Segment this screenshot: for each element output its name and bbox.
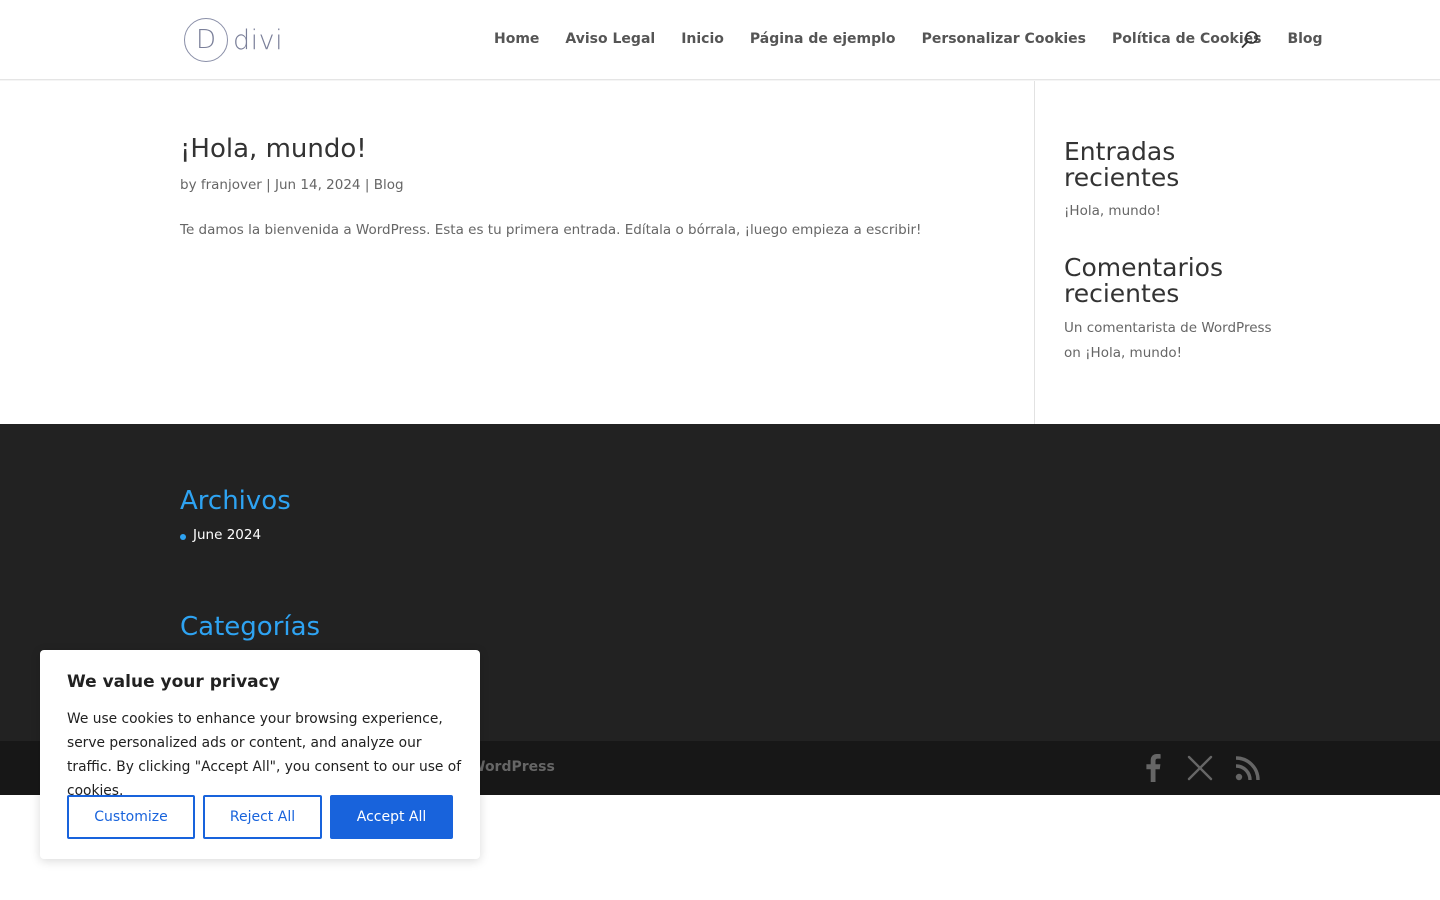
- main-nav: Home Aviso Legal Inicio Página de ejempl…: [494, 31, 1323, 47]
- comment-on: on: [1064, 345, 1081, 361]
- site-header: D divi Home Aviso Legal Inicio Página de…: [0, 0, 1440, 80]
- rss-icon[interactable]: [1233, 753, 1263, 783]
- nav-aviso-legal[interactable]: Aviso Legal: [565, 31, 655, 47]
- categories-title: Categorías: [180, 612, 321, 642]
- main-content: ¡Hola, mundo! by franjover | Jun 14, 202…: [0, 81, 1440, 424]
- customize-button[interactable]: Customize: [67, 795, 195, 839]
- sidebar-divider: [1034, 81, 1035, 424]
- post-category-link[interactable]: Blog: [374, 177, 404, 193]
- reject-all-button[interactable]: Reject All: [203, 795, 322, 839]
- post-excerpt: Te damos la bienvenida a WordPress. Esta…: [180, 222, 922, 238]
- nav-personalizar-cookies[interactable]: Personalizar Cookies: [922, 31, 1086, 47]
- x-icon[interactable]: [1185, 753, 1215, 783]
- cookie-description: We use cookies to enhance your browsing …: [67, 711, 462, 799]
- logo-text: divi: [233, 24, 284, 56]
- meta-separator: |: [364, 177, 370, 193]
- logo-circle: D: [184, 18, 228, 62]
- search-icon[interactable]: [1240, 30, 1260, 50]
- site-logo[interactable]: D divi: [184, 18, 283, 62]
- archive-link-june-2024[interactable]: June 2024: [193, 527, 261, 543]
- comment-post-link[interactable]: ¡Hola, mundo!: [1085, 345, 1182, 361]
- facebook-icon[interactable]: [1138, 753, 1168, 783]
- cookie-title: We value your privacy: [67, 672, 280, 692]
- post-title-link[interactable]: ¡Hola, mundo!: [180, 134, 367, 164]
- archives-title: Archivos: [180, 486, 291, 516]
- post-date: Jun 14, 2024: [275, 177, 361, 193]
- recent-post-link[interactable]: ¡Hola, mundo!: [1064, 199, 1274, 224]
- post-author-link[interactable]: franjover: [201, 177, 262, 193]
- nav-inicio[interactable]: Inicio: [681, 31, 724, 47]
- post-meta: by franjover | Jun 14, 2024 | Blog: [180, 177, 404, 193]
- list-bullet: [180, 534, 186, 540]
- meta-by: by: [180, 177, 197, 193]
- recent-posts-title: Entradas recientes: [1064, 137, 1180, 192]
- nav-home[interactable]: Home: [494, 31, 539, 47]
- accept-all-button[interactable]: Accept All: [330, 795, 453, 839]
- nav-pagina-de-ejemplo[interactable]: Página de ejemplo: [750, 31, 896, 47]
- nav-blog[interactable]: Blog: [1287, 31, 1322, 47]
- post-title: ¡Hola, mundo!: [180, 134, 367, 164]
- recent-comments-title: Comentarios recientes: [1064, 253, 1223, 308]
- recent-comment: Un comentarista de WordPress on ¡Hola, m…: [1064, 316, 1274, 366]
- cookie-consent-banner: We value your privacy We use cookies to …: [40, 650, 480, 859]
- comment-author-link[interactable]: Un comentarista de WordPress: [1064, 320, 1272, 336]
- meta-separator: |: [266, 177, 271, 193]
- footer-credits: WordPress: [470, 759, 555, 775]
